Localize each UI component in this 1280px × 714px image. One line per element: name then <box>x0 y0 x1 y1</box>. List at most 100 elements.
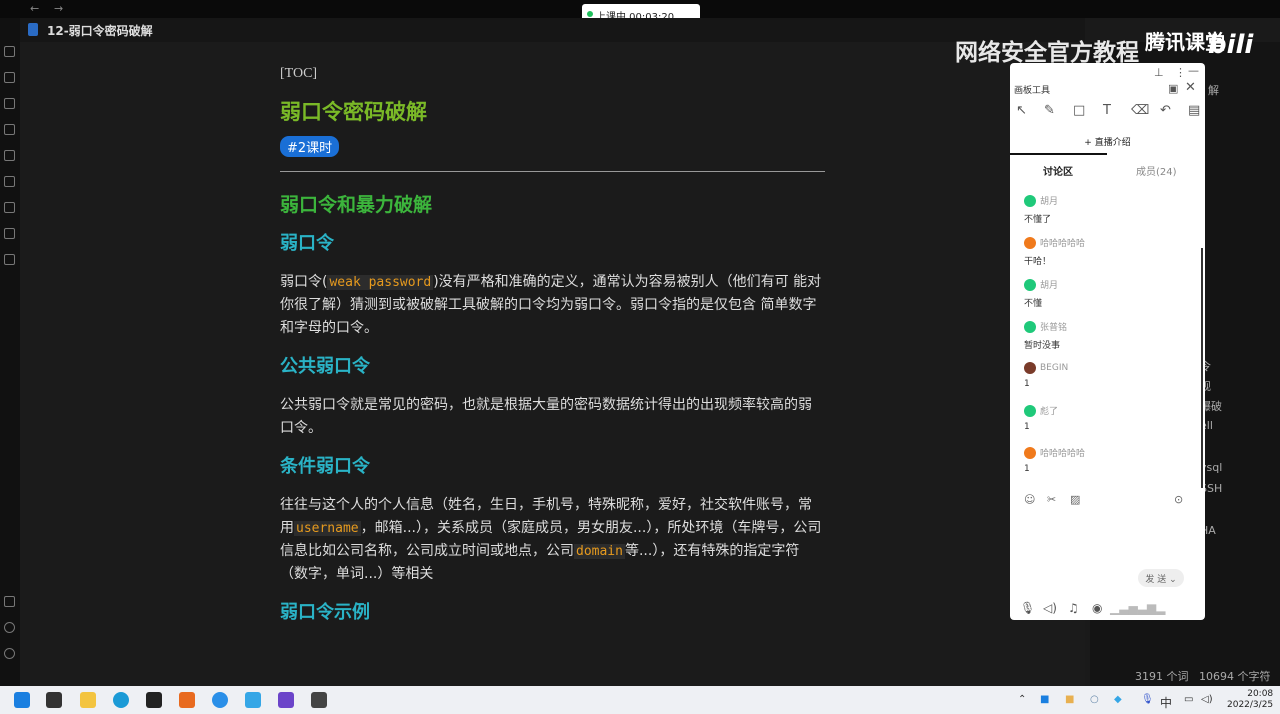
canvas-icon[interactable] <box>4 150 15 161</box>
window-icon[interactable]: ▣ <box>1168 82 1178 95</box>
tray-app-icon[interactable]: ○ <box>1090 694 1099 705</box>
network-icon[interactable]: ▭ <box>1184 694 1193 705</box>
archive-icon[interactable] <box>4 202 15 213</box>
tencent-class-icon[interactable] <box>245 692 261 708</box>
edge-icon[interactable] <box>113 692 129 708</box>
template-icon[interactable] <box>4 124 15 135</box>
volume-icon[interactable]: ◁) <box>1201 694 1213 705</box>
tray-mic-icon[interactable]: 🎙 <box>1141 694 1154 705</box>
minimize-icon[interactable]: — <box>1188 64 1199 77</box>
settings-icon[interactable] <box>4 648 15 659</box>
tray-app-icon[interactable]: ■ <box>1065 694 1074 705</box>
microphone-icon[interactable]: 🎙 <box>1020 601 1035 615</box>
copy-icon[interactable] <box>4 228 15 239</box>
file-explorer-icon[interactable] <box>80 692 96 708</box>
tab-header[interactable]: 12-弱口令密码破解 <box>20 18 1085 42</box>
back-button[interactable]: ← <box>30 2 39 15</box>
terminal-icon[interactable] <box>146 692 162 708</box>
message-text: 1 <box>1024 464 1030 474</box>
subheading-examples: 弱口令示例 <box>280 602 370 623</box>
subheading-weak-password: 弱口令 <box>280 233 334 254</box>
panel-title: 画板工具 <box>1014 86 1051 96</box>
taskbar: ⌃ ■ ■ ○ ◆ 🎙 中 ▭ ◁) 20:08 2022/3/25 <box>0 686 1280 714</box>
scissors-icon[interactable]: ✂ <box>1047 493 1056 506</box>
paragraph-conditional-weak-password: 往往与这个人的个人信息（姓名，生日，手机号，特殊昵称，爱好，社交软件账号，常用 u… <box>280 497 822 582</box>
avatar <box>1024 320 1036 333</box>
send-button[interactable]: 发 送 ⌄ <box>1138 569 1184 587</box>
rectangle-tool-icon[interactable]: □ <box>1073 103 1085 118</box>
live-intro-link[interactable]: + 直播介绍 <box>1010 135 1205 148</box>
calendar-icon[interactable] <box>4 98 15 109</box>
outline-icon[interactable] <box>4 46 15 57</box>
avatar <box>1024 362 1036 374</box>
sublime-icon[interactable] <box>179 692 195 708</box>
avatar <box>1024 404 1036 417</box>
command-icon[interactable] <box>4 254 15 265</box>
message-text: 1 <box>1024 379 1030 389</box>
drawing-toolbar: ↖ ✎ □ T ⌫ ↶ ▤ <box>1010 103 1205 123</box>
chat-message: 张普铭 暂时没事 <box>1024 320 1067 351</box>
help-icon[interactable] <box>4 622 15 633</box>
inline-code: domain <box>574 544 625 559</box>
undo-icon[interactable]: ↶ <box>1160 103 1171 118</box>
slides-icon[interactable] <box>4 176 15 187</box>
chat-app-icon[interactable] <box>212 692 228 708</box>
section-heading: 弱口令和暴力破解 <box>280 194 433 216</box>
speaker-icon[interactable]: ◁) <box>1043 601 1057 615</box>
emoji-icon[interactable]: ☺ <box>1024 493 1035 506</box>
paragraph-public-weak-password: 公共弱口令就是常见的密码，也就是根据大量的密码数据统计得出的出现频率较高的弱口令… <box>280 397 812 436</box>
toc-marker: [TOC] <box>280 66 318 81</box>
subheading-conditional-weak-password: 条件弱口令 <box>280 456 370 477</box>
document-title: 12-弱口令密码破解 <box>47 24 153 38</box>
vault-icon[interactable] <box>4 596 15 607</box>
text-tool-icon[interactable]: T <box>1103 103 1111 118</box>
live-dot-icon <box>587 11 593 17</box>
eraser-tool-icon[interactable]: ⌫ <box>1131 103 1149 118</box>
pin-icon[interactable]: ⊥ <box>1154 66 1164 79</box>
tray-app-icon[interactable]: ◆ <box>1114 694 1122 705</box>
chat-message: BEGIN 1 <box>1024 362 1068 389</box>
message-text: 不懂了 <box>1024 215 1052 225</box>
tray-app-icon[interactable]: ■ <box>1040 694 1049 705</box>
chat-message: 彪了 1 <box>1024 404 1058 432</box>
avatar <box>1024 236 1036 249</box>
pen-tool-icon[interactable]: ✎ <box>1044 103 1055 118</box>
forward-button[interactable]: → <box>54 2 63 15</box>
avatar <box>1024 446 1036 459</box>
clock[interactable]: 20:08 2022/3/25 <box>1227 689 1273 711</box>
active-tab-indicator <box>1010 153 1107 155</box>
more-icon[interactable]: ⋮ <box>1175 66 1186 79</box>
app-icon[interactable] <box>46 692 62 708</box>
select-tool-icon[interactable]: ↖ <box>1016 103 1027 118</box>
start-icon[interactable] <box>14 692 30 708</box>
lesson-tag[interactable]: #2课时 <box>280 136 340 157</box>
chat-scrollbar[interactable] <box>1201 248 1203 488</box>
image-icon[interactable]: ▨ <box>1070 493 1080 506</box>
music-icon[interactable]: ♫ <box>1068 601 1079 615</box>
camera-icon[interactable]: ◉ <box>1092 601 1102 615</box>
tab-discussion[interactable]: 讨论区 <box>1043 163 1073 178</box>
sender-name: 胡月 <box>1040 281 1059 291</box>
recorder-icon[interactable] <box>311 692 327 708</box>
settings-icon[interactable]: ⊙ <box>1174 493 1183 506</box>
page-title: 弱口令密码破解 <box>280 100 427 124</box>
message-text: 1 <box>1024 422 1030 432</box>
sender-name: 哈哈哈哈哈 <box>1040 449 1086 459</box>
close-icon[interactable]: ✕ <box>1185 80 1196 95</box>
outline-item[interactable]: 解 <box>1208 82 1219 98</box>
sender-name: 哈哈哈哈哈 <box>1040 239 1086 249</box>
trash-icon[interactable]: ▤ <box>1188 103 1200 118</box>
tab-members[interactable]: 成员(24) <box>1136 163 1177 178</box>
avatar <box>1024 194 1036 207</box>
sender-name: 彪了 <box>1040 407 1059 417</box>
avatar <box>1024 278 1036 291</box>
tray-chevron-icon[interactable]: ⌃ <box>1018 694 1026 705</box>
audio-level-icon: ▁▃▅▃▆▂ <box>1110 601 1166 615</box>
ime-indicator[interactable]: 中 <box>1160 694 1172 711</box>
bilibili-logo: bili <box>1208 30 1254 60</box>
left-icon-rail <box>0 18 20 686</box>
obsidian-icon[interactable] <box>278 692 294 708</box>
graph-icon[interactable] <box>4 72 15 83</box>
document-icon <box>28 23 38 36</box>
document-content[interactable]: [TOC] 弱口令密码破解 #2课时 弱口令和暴力破解 弱口令 弱口令(weak… <box>280 66 825 624</box>
